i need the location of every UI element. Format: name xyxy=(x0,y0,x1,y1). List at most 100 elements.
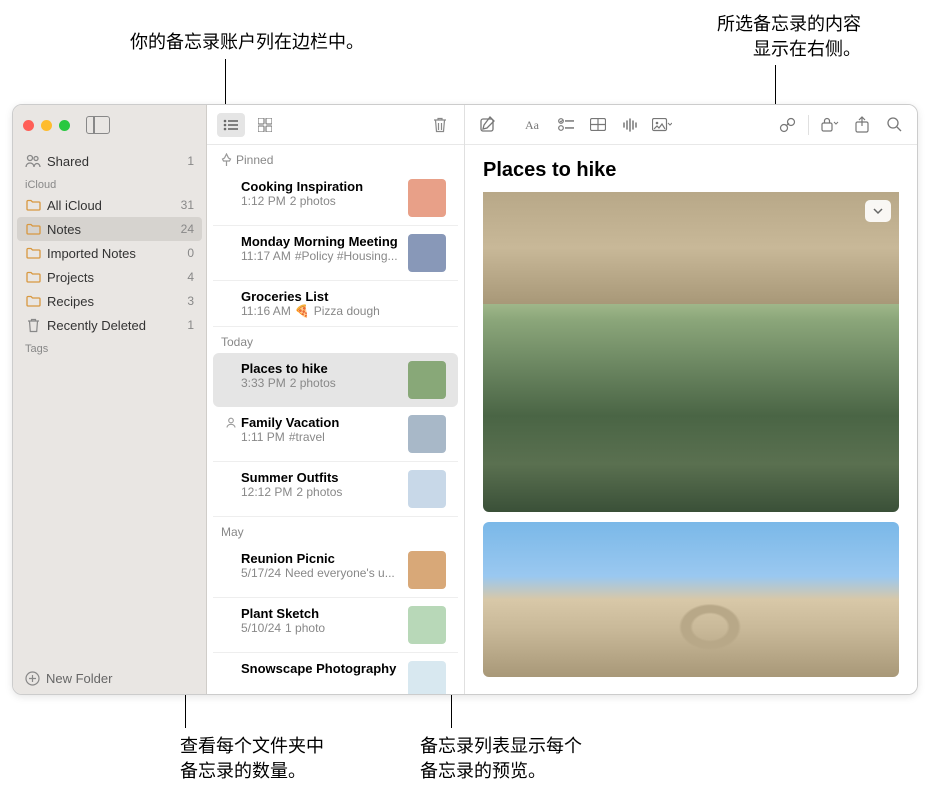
share-indicator xyxy=(225,551,241,589)
list-view-button[interactable] xyxy=(217,113,245,137)
callout-sidebar: 你的备忘录账户列在边栏中。 xyxy=(130,30,364,55)
compose-button[interactable] xyxy=(473,111,503,139)
share-indicator xyxy=(225,606,241,644)
note-title: Snowscape Photography xyxy=(241,661,400,676)
sidebar-folder-projects[interactable]: Projects 4 xyxy=(13,265,206,289)
note-thumbnail xyxy=(408,415,446,453)
folder-count: 31 xyxy=(181,198,194,212)
note-item[interactable]: Reunion Picnic5/17/24Need everyone's u..… xyxy=(213,543,458,598)
folder-icon xyxy=(25,245,41,261)
note-item[interactable]: Summer Outfits12:12 PM2 photos xyxy=(213,462,458,517)
folder-icon xyxy=(25,269,41,285)
window-controls xyxy=(23,120,70,131)
editor: Aa xyxy=(465,105,917,694)
new-folder-label: New Folder xyxy=(46,671,112,686)
sidebar-folder-recipes[interactable]: Recipes3 xyxy=(13,289,206,313)
grid-view-button[interactable] xyxy=(251,113,279,137)
plus-circle-icon xyxy=(25,671,40,686)
note-list: PinnedCooking Inspiration1:12 PM2 photos… xyxy=(207,105,465,694)
folder-label: Recipes xyxy=(47,294,94,309)
notes-window: Shared 1 iCloud All iCloud 31 Notes24Impor… xyxy=(12,104,918,695)
close-button[interactable] xyxy=(23,120,34,131)
note-title: Family Vacation xyxy=(241,415,400,430)
share-indicator xyxy=(225,361,241,399)
share-indicator xyxy=(225,179,241,217)
folder-label: Notes xyxy=(47,222,81,237)
pin-icon xyxy=(221,153,232,167)
notelist-body: PinnedCooking Inspiration1:12 PM2 photos… xyxy=(207,145,464,694)
folder-icon xyxy=(25,197,41,213)
note-photo-1[interactable] xyxy=(483,192,899,512)
note-subtitle: 12:12 PM2 photos xyxy=(241,485,400,499)
folder-count: 1 xyxy=(187,318,194,332)
note-thumbnail xyxy=(408,361,446,399)
folder-label: Recently Deleted xyxy=(47,318,146,333)
folder-label: Projects xyxy=(47,270,94,285)
note-photo-2[interactable] xyxy=(483,522,899,677)
note-thumbnail xyxy=(408,179,446,217)
folder-count: 0 xyxy=(187,246,194,260)
minimize-button[interactable] xyxy=(41,120,52,131)
note-title: Places to hike xyxy=(241,361,400,376)
folder-icon xyxy=(25,221,41,237)
table-button[interactable] xyxy=(583,111,613,139)
sidebar-folder-all-icloud[interactable]: All iCloud 31 xyxy=(13,193,206,217)
note-item[interactable]: Groceries List11:16 AM🍕Pizza dough xyxy=(213,281,458,327)
search-button[interactable] xyxy=(879,111,909,139)
notelist-section-header: Pinned xyxy=(207,145,464,171)
folder-icon xyxy=(25,293,41,309)
share-button[interactable] xyxy=(847,111,877,139)
sidebar-section-tags: Tags xyxy=(13,337,206,357)
notelist-toolbar xyxy=(207,105,464,145)
sidebar-folder-recently-deleted[interactable]: Recently Deleted 1 xyxy=(13,313,206,337)
sidebar-folder-imported-notes[interactable]: Imported Notes0 xyxy=(13,241,206,265)
sidebar-header xyxy=(13,105,206,145)
people-icon xyxy=(25,153,41,169)
sidebar-toggle-icon[interactable] xyxy=(86,116,110,134)
sidebar-folder-notes[interactable]: Notes24 xyxy=(17,217,202,241)
media-button[interactable] xyxy=(647,111,677,139)
note-thumbnail xyxy=(408,551,446,589)
svg-text:Aa: Aa xyxy=(525,118,540,132)
zoom-button[interactable] xyxy=(59,120,70,131)
delete-button[interactable] xyxy=(426,113,454,137)
separator xyxy=(808,115,809,135)
notelist-section-header: Today xyxy=(207,327,464,353)
new-folder-button[interactable]: New Folder xyxy=(13,663,206,694)
share-indicator xyxy=(225,661,241,694)
note-subtitle: 11:16 AM🍕Pizza dough xyxy=(241,304,446,318)
note-subtitle: 1:11 PM#travel xyxy=(241,430,400,444)
sidebar-section-icloud: iCloud xyxy=(13,173,206,193)
callout-preview: 备忘录列表显示每个 备忘录的预览。 xyxy=(420,734,582,784)
checklist-button[interactable] xyxy=(551,111,581,139)
link-button[interactable] xyxy=(772,111,802,139)
callout-count: 查看每个文件夹中 备忘录的数量。 xyxy=(180,734,324,784)
audio-button[interactable] xyxy=(615,111,645,139)
editor-body[interactable]: Places to hike xyxy=(465,145,917,694)
editor-toolbar: Aa xyxy=(465,105,917,145)
note-thumbnail xyxy=(408,234,446,272)
lock-button[interactable] xyxy=(815,111,845,139)
note-item[interactable]: Plant Sketch5/10/241 photo xyxy=(213,598,458,653)
note-item[interactable]: Family Vacation1:11 PM#travel xyxy=(213,407,458,462)
sidebar-shared-label: Shared xyxy=(47,154,89,169)
note-thumbnail xyxy=(408,661,446,694)
note-title: Cooking Inspiration xyxy=(241,179,400,194)
note-title: Reunion Picnic xyxy=(241,551,400,566)
note-subtitle: 5/10/241 photo xyxy=(241,621,400,635)
note-title: Summer Outfits xyxy=(241,470,400,485)
trash-icon xyxy=(25,317,41,333)
folder-count: 4 xyxy=(187,270,194,284)
note-item[interactable]: Monday Morning Meeting11:17 AM#Policy #H… xyxy=(213,226,458,281)
note-title: Monday Morning Meeting xyxy=(241,234,400,249)
note-thumbnail xyxy=(408,470,446,508)
note-item[interactable]: Cooking Inspiration1:12 PM2 photos xyxy=(213,171,458,226)
sidebar-shared[interactable]: Shared 1 xyxy=(13,149,206,173)
folder-label: All iCloud xyxy=(47,198,102,213)
note-item[interactable]: Places to hike3:33 PM2 photos xyxy=(213,353,458,407)
expand-icon[interactable] xyxy=(865,200,891,222)
share-indicator xyxy=(225,470,241,508)
note-item[interactable]: Snowscape Photography xyxy=(213,653,458,694)
format-button[interactable]: Aa xyxy=(519,111,549,139)
note-subtitle: 1:12 PM2 photos xyxy=(241,194,400,208)
